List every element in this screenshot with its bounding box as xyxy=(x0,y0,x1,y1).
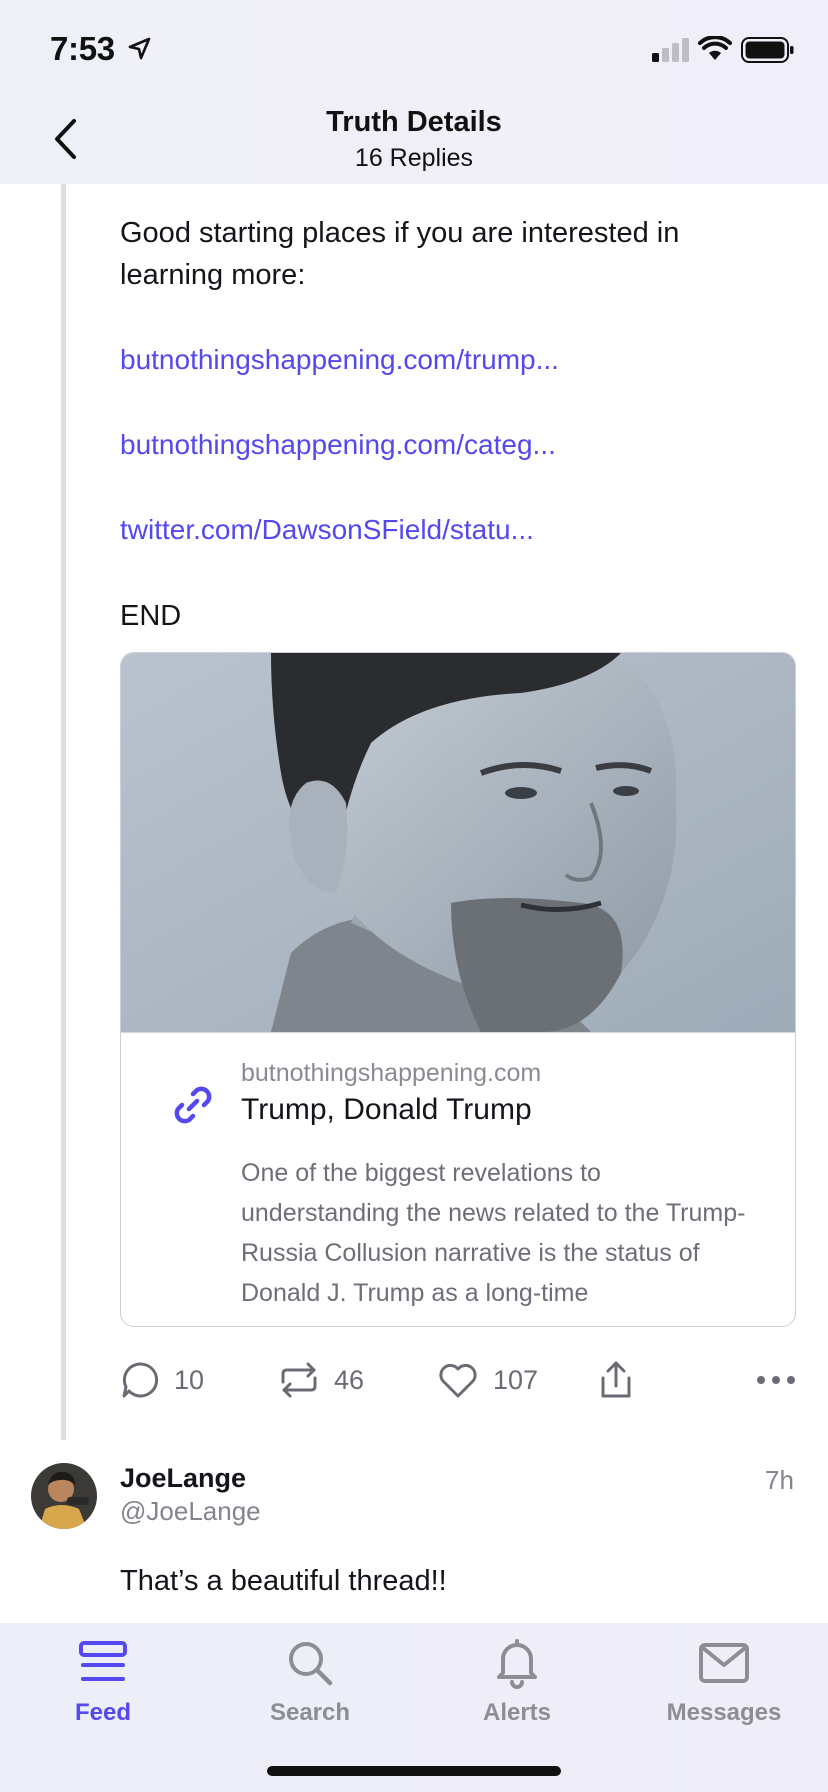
tab-search[interactable]: Search xyxy=(225,1637,395,1737)
card-title: Trump, Donald Trump xyxy=(241,1093,532,1126)
top-area: 7:53 Truth Details 16 Replies xyxy=(0,0,828,184)
retruth-count: 46 xyxy=(334,1364,365,1395)
repost-icon xyxy=(281,1362,317,1398)
share-icon xyxy=(601,1361,631,1398)
tab-search-label: Search xyxy=(269,1699,351,1726)
card-preview-image xyxy=(121,653,795,1032)
like-button[interactable]: 107 xyxy=(437,1358,538,1402)
link-icon xyxy=(174,1086,212,1124)
avatar[interactable] xyxy=(31,1463,97,1529)
post-link-1[interactable]: butnothingshappening.com/trump... xyxy=(120,340,559,380)
status-time: 7:53 xyxy=(50,30,115,67)
thread-line xyxy=(61,184,66,1440)
post-link-3[interactable]: twitter.com/DawsonSField/statu... xyxy=(120,510,534,550)
tab-messages-label: Messages xyxy=(666,1699,782,1726)
envelope-icon xyxy=(699,1643,749,1683)
card-body: butnothingshappening.com Trump, Donald T… xyxy=(121,1032,795,1326)
like-count: 107 xyxy=(493,1364,539,1395)
card-domain: butnothingshappening.com xyxy=(241,1059,542,1087)
reply-display-name[interactable]: JoeLange xyxy=(120,1463,246,1494)
tab-alerts-label: Alerts xyxy=(482,1699,552,1726)
post-end-text: END xyxy=(120,600,182,632)
comment-icon xyxy=(122,1362,159,1398)
more-options-button[interactable] xyxy=(756,1358,796,1402)
card-description: One of the biggest revelations to unders… xyxy=(241,1159,746,1307)
feed-icon xyxy=(79,1641,127,1681)
status-bar: 7:53 xyxy=(0,0,828,100)
post-link-2[interactable]: butnothingshappening.com/categ... xyxy=(120,425,556,465)
replies-count: 16 Replies xyxy=(354,144,474,172)
battery-icon xyxy=(741,37,794,63)
link-preview-card[interactable]: butnothingshappening.com Trump, Donald T… xyxy=(120,652,796,1327)
post-intro-text: Good starting places if you are interest… xyxy=(120,217,680,291)
home-indicator xyxy=(267,1766,561,1776)
reply-button[interactable]: 10 xyxy=(120,1358,204,1402)
tab-feed[interactable]: Feed xyxy=(18,1637,188,1737)
bell-icon xyxy=(497,1639,537,1689)
wifi-icon xyxy=(698,36,732,60)
user-avatar-image xyxy=(31,1463,97,1529)
tab-alerts[interactable]: Alerts xyxy=(432,1637,602,1737)
reply-text: That’s a beautiful thread!! xyxy=(120,1565,447,1597)
page-title: Truth Details xyxy=(326,106,502,138)
retruth-button[interactable]: 46 xyxy=(278,1358,364,1402)
nav-header: Truth Details 16 Replies xyxy=(0,100,828,184)
tab-messages[interactable]: Messages xyxy=(639,1637,809,1737)
reply-count: 10 xyxy=(174,1364,205,1395)
share-button[interactable] xyxy=(598,1358,634,1402)
reply-handle[interactable]: @JoeLange xyxy=(120,1496,261,1527)
search-icon xyxy=(289,1642,333,1686)
heart-icon xyxy=(439,1363,477,1398)
reply-timestamp: 7h xyxy=(765,1465,794,1495)
ellipsis-icon xyxy=(757,1376,795,1384)
tab-feed-label: Feed xyxy=(74,1699,131,1726)
cellular-signal-icon xyxy=(652,38,689,62)
location-arrow-icon xyxy=(128,37,151,60)
